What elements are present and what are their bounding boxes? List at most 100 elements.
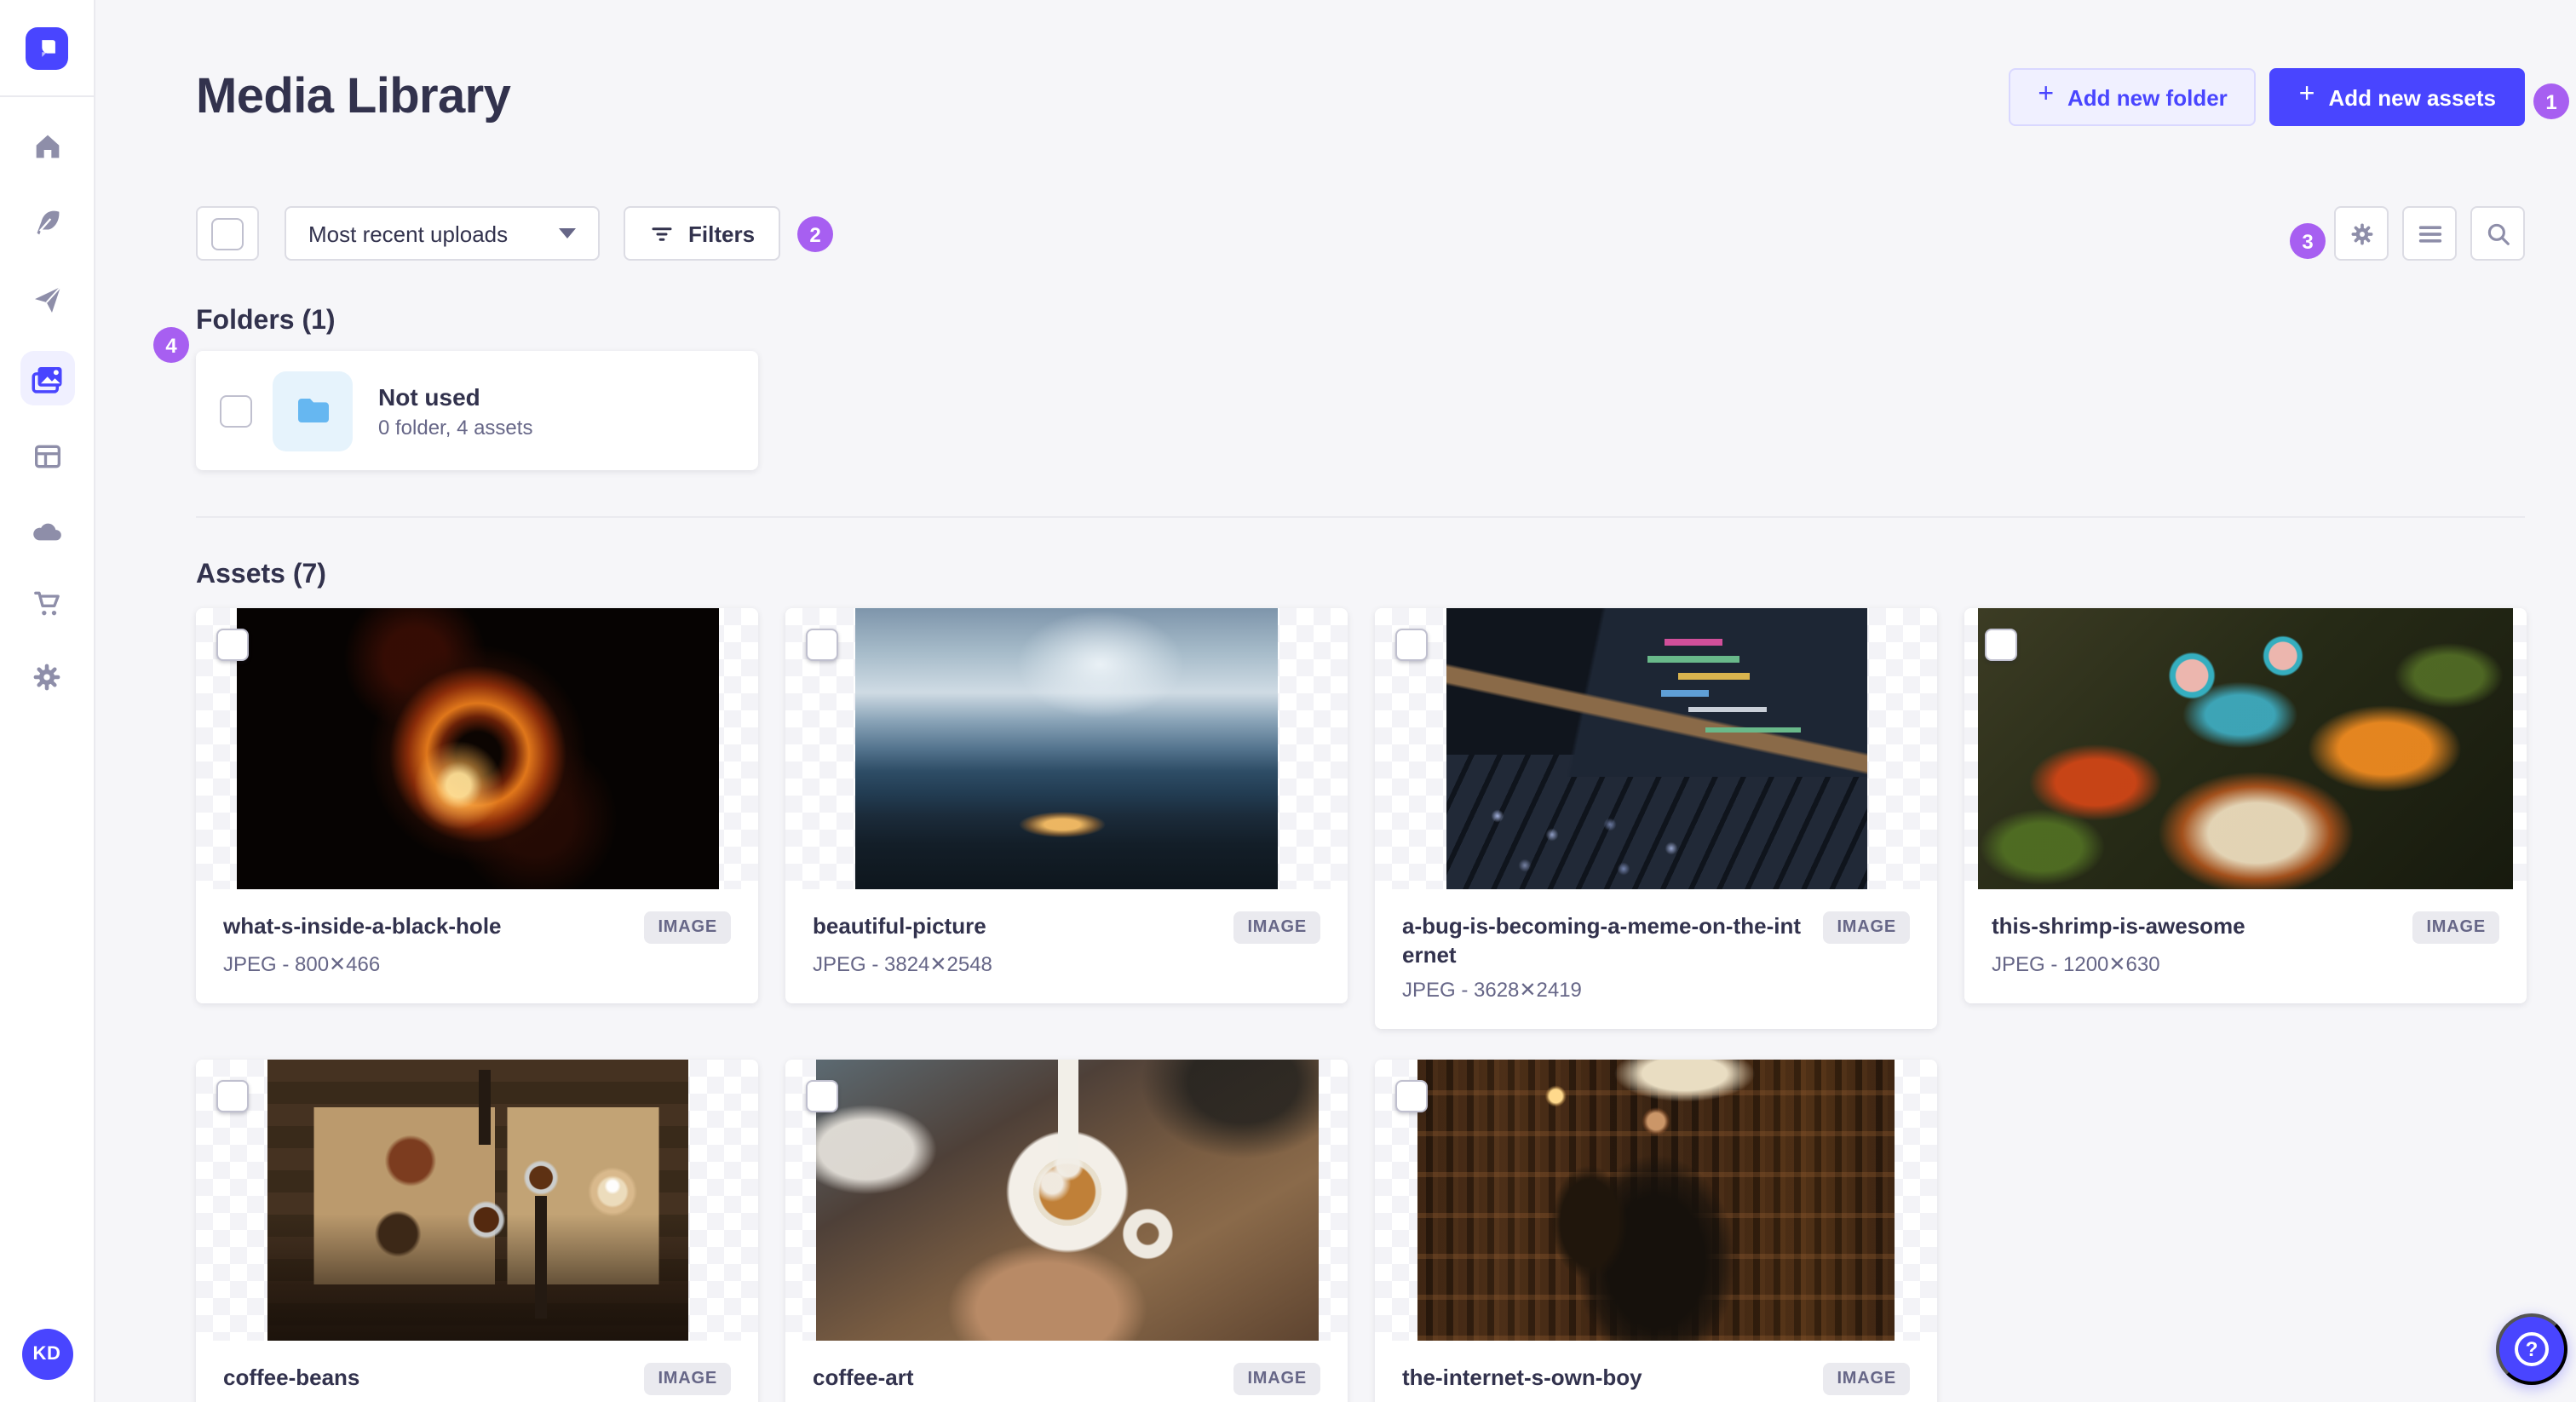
asset-checkbox[interactable] <box>806 629 838 661</box>
sort-dropdown-value: Most recent uploads <box>308 221 509 246</box>
asset-checkbox[interactable] <box>806 1080 838 1112</box>
asset-card[interactable]: a-bug-is-becoming-a-meme-on-the-internet… <box>1375 608 1937 1029</box>
asset-type-badge: IMAGE <box>1233 911 1320 944</box>
asset-thumbnail <box>196 608 758 889</box>
section-divider <box>196 516 2525 518</box>
asset-meta-area: a-bug-is-becoming-a-meme-on-the-internet… <box>1375 889 1937 1029</box>
asset-type-badge: IMAGE <box>1823 911 1910 944</box>
add-new-folder-button[interactable]: + Add new folder <box>2009 68 2257 126</box>
folder-checkbox[interactable] <box>220 394 252 427</box>
folder-name: Not used <box>378 382 480 410</box>
sidebar-item-content-manager[interactable] <box>20 429 74 484</box>
app-root: KD Media Library + Add new folder + Add … <box>0 0 2576 1402</box>
strapi-logo-icon <box>42 39 55 56</box>
asset-meta-area: coffee-art IMAGE JPEG - 5824✕3259 <box>785 1341 1348 1402</box>
toolbar: Most recent uploads Filters <box>196 206 2525 261</box>
layout-icon <box>34 445 60 468</box>
asset-card[interactable]: the-internet-s-own-boy IMAGE JPEG - 1200… <box>1375 1060 1937 1402</box>
assets-heading: Assets (7) <box>196 560 326 589</box>
folder-tile <box>273 371 353 451</box>
asset-title: coffee-beans <box>223 1365 360 1390</box>
folder-card[interactable]: Not used 0 folder, 4 assets <box>196 351 758 470</box>
header-actions: + Add new folder + Add new assets <box>2009 68 2525 126</box>
asset-card[interactable]: what-s-inside-a-black-hole IMAGE JPEG - … <box>196 608 758 1003</box>
add-new-assets-button[interactable]: + Add new assets <box>2269 68 2525 126</box>
list-view-button[interactable] <box>2402 206 2457 261</box>
filters-label: Filters <box>688 221 756 246</box>
asset-meta-area: the-internet-s-own-boy IMAGE JPEG - 1200… <box>1375 1341 1937 1402</box>
cloud-icon <box>33 522 61 540</box>
sort-dropdown[interactable]: Most recent uploads <box>285 206 600 261</box>
assets-grid: what-s-inside-a-black-hole IMAGE JPEG - … <box>196 608 2527 1402</box>
asset-image-coffee-beans <box>267 1060 687 1341</box>
search-button[interactable] <box>2470 206 2525 261</box>
asset-dimensions: JPEG - 1200✕630 <box>1992 952 2160 976</box>
asset-card[interactable]: beautiful-picture IMAGE JPEG - 3824✕2548 <box>785 608 1348 1003</box>
folder-icon <box>297 399 328 422</box>
asset-card[interactable]: coffee-beans IMAGE JPEG - 5021✕3347 <box>196 1060 758 1402</box>
select-all-checkbox-button[interactable] <box>196 206 259 261</box>
cart-icon <box>33 591 59 616</box>
page-header: Media Library + Add new folder + Add new… <box>196 68 2525 126</box>
annotation-badge-3: 3 <box>2290 223 2326 259</box>
asset-checkbox[interactable] <box>1395 629 1428 661</box>
search-icon <box>2487 222 2509 244</box>
asset-checkbox[interactable] <box>1985 629 2017 661</box>
sidebar-item-content-builder[interactable] <box>20 196 74 250</box>
sidebar-item-home[interactable] <box>20 119 74 174</box>
asset-image-coffee-art <box>815 1060 1318 1341</box>
main-content: Media Library + Add new folder + Add new… <box>95 0 2576 1402</box>
sidebar-item-cloud[interactable] <box>20 503 74 557</box>
sidebar-item-settings[interactable] <box>20 649 74 704</box>
asset-checkbox[interactable] <box>1395 1080 1428 1112</box>
cog-icon <box>2350 222 2372 244</box>
sidebar-item-releases[interactable] <box>20 273 74 327</box>
annotation-badge-2: 2 <box>797 216 833 252</box>
help-button[interactable]: ? <box>2496 1313 2567 1385</box>
filters-button[interactable]: Filters <box>624 206 781 261</box>
annotation-badge-4: 4 <box>153 327 189 363</box>
grid-settings-button[interactable] <box>2334 206 2389 261</box>
asset-type-badge: IMAGE <box>2412 911 2499 944</box>
plus-icon: + <box>2298 80 2315 109</box>
sidebar-item-marketplace[interactable] <box>20 576 74 630</box>
asset-image-shrimp <box>1978 608 2513 889</box>
asset-thumbnail <box>196 1060 758 1341</box>
select-all-checkbox[interactable] <box>211 217 244 250</box>
asset-title: a-bug-is-becoming-a-meme-on-the-internet <box>1402 913 1801 968</box>
view-actions <box>2334 206 2525 261</box>
help-icon: ? <box>2515 1332 2549 1366</box>
sidebar-item-media-library[interactable] <box>20 351 74 405</box>
feather-icon <box>36 210 59 235</box>
asset-type-badge: IMAGE <box>644 911 731 944</box>
folder-text: Not used 0 folder, 4 assets <box>378 382 532 439</box>
user-avatar[interactable]: KD <box>21 1329 72 1380</box>
annotation-badge-1: 1 <box>2533 83 2569 119</box>
asset-image-library-boy <box>1417 1060 1895 1341</box>
logo-wrap <box>0 0 94 97</box>
asset-checkbox[interactable] <box>216 629 249 661</box>
folders-heading: Folders (1) <box>196 307 336 336</box>
asset-title: beautiful-picture <box>813 913 986 939</box>
asset-type-badge: IMAGE <box>1823 1363 1910 1395</box>
plus-icon: + <box>2038 80 2054 109</box>
asset-card[interactable]: this-shrimp-is-awesome IMAGE JPEG - 1200… <box>1964 608 2527 1003</box>
asset-meta-area: what-s-inside-a-black-hole IMAGE JPEG - … <box>196 889 758 1003</box>
asset-dimensions: JPEG - 3824✕2548 <box>813 952 992 976</box>
paper-plane-icon <box>34 286 60 313</box>
asset-image-black-hole <box>236 608 718 889</box>
folder-meta: 0 folder, 4 assets <box>378 415 533 439</box>
asset-title: coffee-art <box>813 1365 914 1390</box>
asset-checkbox[interactable] <box>216 1080 249 1112</box>
asset-thumbnail <box>785 608 1348 889</box>
filter-icon <box>652 227 672 240</box>
add-folder-label: Add new folder <box>2067 84 2228 110</box>
asset-card[interactable]: coffee-art IMAGE JPEG - 5824✕3259 <box>785 1060 1348 1402</box>
media-library-icon <box>32 366 62 393</box>
add-assets-label: Add new assets <box>2328 84 2496 110</box>
sidebar: KD <box>0 0 95 1402</box>
asset-title: what-s-inside-a-black-hole <box>223 913 502 939</box>
asset-image-mountains <box>855 608 1278 889</box>
strapi-logo[interactable] <box>26 26 68 69</box>
asset-thumbnail <box>1964 608 2527 889</box>
